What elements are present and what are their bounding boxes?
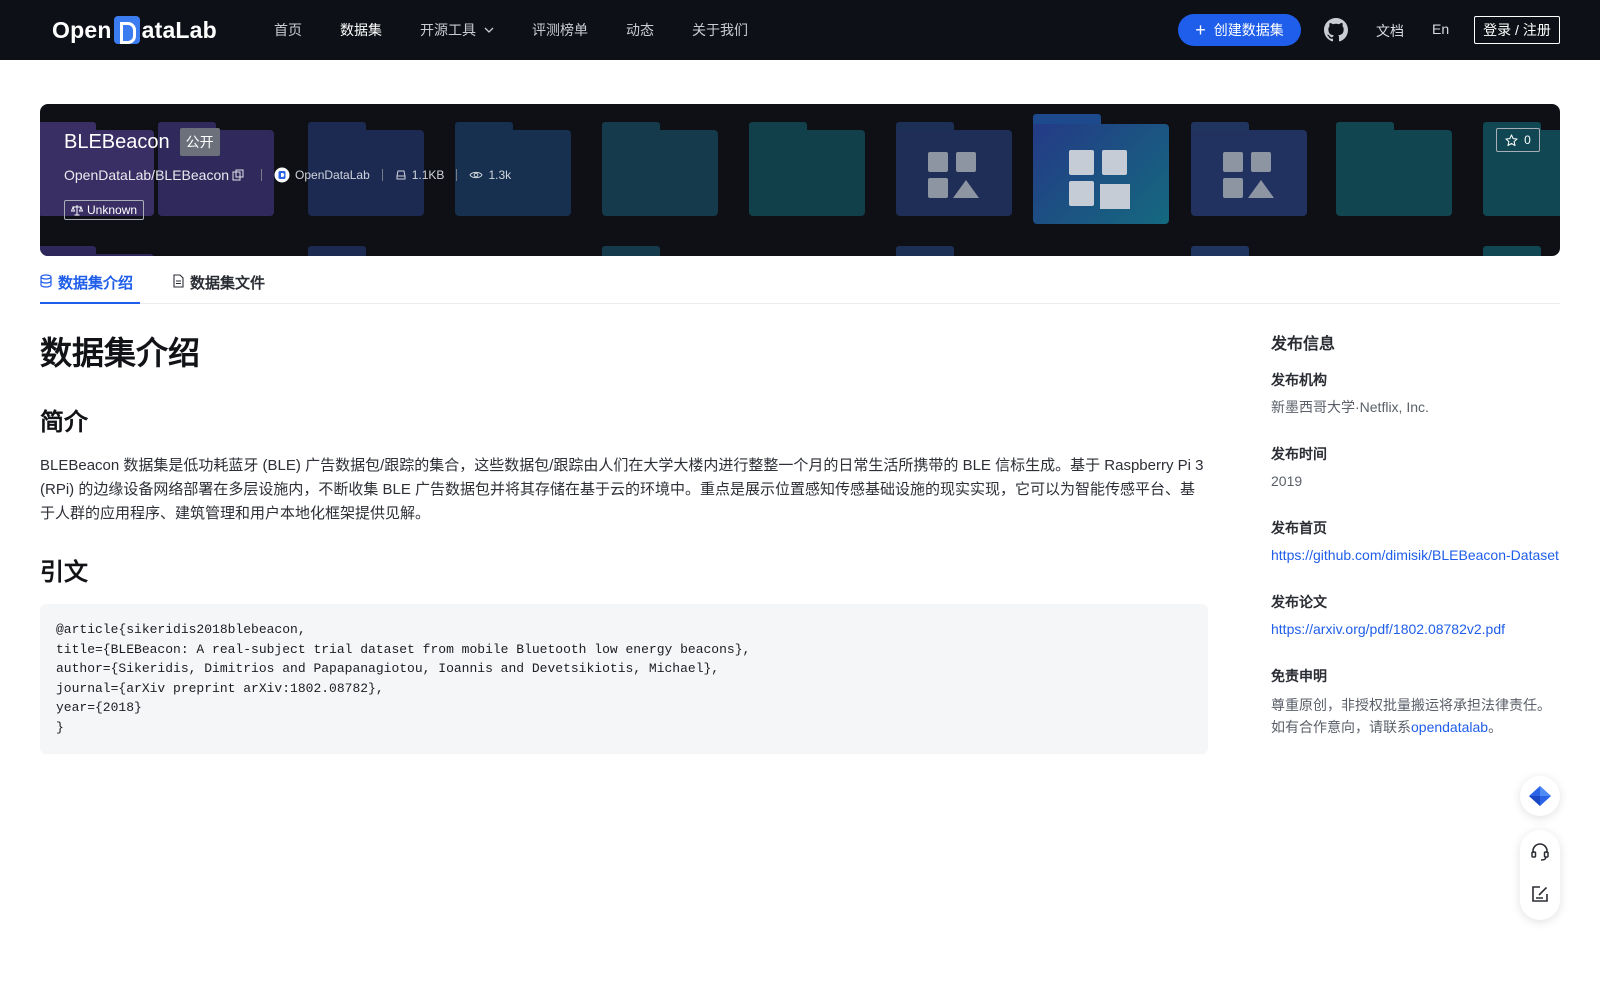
contact-link[interactable]: opendatalab [1411, 719, 1488, 735]
star-icon [1505, 133, 1518, 146]
banner-folder-decoration [896, 246, 1012, 256]
dataset-glyph-icon [1069, 150, 1133, 209]
language-switch[interactable]: En [1432, 21, 1449, 37]
meta-divider [456, 169, 458, 181]
citation-heading: 引文 [40, 559, 88, 586]
dataset-glyph-icon [928, 152, 980, 198]
nav-leaderboard[interactable]: 评测榜单 [532, 20, 588, 40]
org-label: 发布机构 [1271, 372, 1327, 388]
homepage-link[interactable]: https://github.com/dimisik/BLEBeacon-Dat… [1271, 547, 1559, 563]
edit-icon[interactable] [1530, 884, 1550, 904]
visibility-badge: 公开 [179, 128, 220, 156]
citation-code-block[interactable]: @article{sikeridis2018blebeacon, title={… [40, 604, 1208, 754]
eye-icon [469, 171, 484, 179]
banner-folder-decoration [749, 122, 865, 216]
diamond-logo-icon [1529, 786, 1551, 806]
banner-folder-decoration [602, 122, 718, 216]
intro-heading: 简介 [40, 409, 88, 436]
dataset-path: OpenDataLab/BLEBeacon [64, 167, 230, 183]
publisher-name: OpenDataLab [295, 168, 370, 182]
dataset-glyph-icon [1223, 152, 1275, 198]
publisher-logo-icon [274, 167, 290, 183]
login-register-button[interactable]: 登录 / 注册 [1474, 16, 1560, 44]
hard-disk-icon [396, 170, 406, 180]
meta-divider [381, 169, 383, 181]
disclaimer-line-1: 尊重原创，非授权批量搬运将承担法律责任。 [1271, 697, 1551, 713]
floating-tools-group [1520, 830, 1560, 920]
nav-about[interactable]: 关于我们 [692, 20, 748, 40]
date-value: 2019 [1271, 473, 1303, 489]
banner-folder-decoration [308, 246, 424, 256]
star-button[interactable]: 0 [1496, 128, 1540, 152]
main-nav: 首页 数据集 开源工具 评测榜单 动态 关于我们 [274, 0, 786, 60]
logo-text-right: ataLab [141, 16, 217, 43]
logo-text-left: Open [52, 16, 112, 43]
dataset-title-row: BLEBeacon 公开 [64, 128, 220, 156]
logo-d-icon [113, 16, 140, 44]
dataset-tabs: 数据集介绍 数据集文件 [40, 264, 1560, 304]
banner-folder-decoration [1191, 122, 1307, 216]
publisher-info[interactable]: OpenDataLab [274, 167, 370, 183]
floating-logo-button[interactable] [1520, 776, 1560, 816]
plus-icon: + [1195, 20, 1206, 40]
tab-dataset-intro[interactable]: 数据集介绍 [40, 270, 140, 304]
chevron-down-icon [484, 27, 494, 33]
nav-datasets[interactable]: 数据集 [340, 20, 382, 40]
banner-folder-decoration [1336, 122, 1452, 216]
copy-icon[interactable] [232, 169, 244, 181]
nav-open-source-tools[interactable]: 开源工具 [420, 20, 494, 40]
top-navigation-bar: Open ataLab 首页 数据集 开源工具 评测榜单 动态 关于我们 + 创… [0, 0, 1600, 60]
intro-paragraph: BLEBeacon 数据集是低功耗蓝牙 (BLE) 广告数据包/跟踪的集合，这些… [40, 457, 1204, 522]
disclaimer-line-2: 如有合作意向，请联系opendatalab。 [1271, 719, 1503, 735]
nav-news[interactable]: 动态 [626, 20, 654, 40]
file-icon [173, 274, 184, 288]
license-badge[interactable]: Unknown [64, 200, 145, 220]
banner-folder-decoration [40, 246, 154, 256]
scale-icon [71, 205, 83, 216]
dataset-title: BLEBeacon [64, 130, 170, 153]
github-icon[interactable] [1324, 18, 1348, 42]
dataset-meta-row: OpenDataLab/BLEBeacon OpenDataLab 1.1KB … [64, 166, 511, 184]
banner-folder-decoration [1191, 246, 1307, 256]
content-heading: 数据集介绍 [40, 335, 201, 371]
paper-label: 发布论文 [1271, 594, 1327, 610]
headset-icon[interactable] [1530, 842, 1550, 862]
create-dataset-button[interactable]: + 创建数据集 [1178, 14, 1301, 46]
database-icon [40, 274, 52, 288]
dataset-size: 1.1KB [395, 168, 444, 182]
meta-divider [261, 169, 263, 181]
org-value: 新墨西哥大学·Netflix, Inc. [1271, 399, 1429, 415]
banner-folder-decoration [896, 122, 1012, 216]
paper-link[interactable]: https://arxiv.org/pdf/1802.08782v2.pdf [1271, 621, 1505, 637]
nav-home[interactable]: 首页 [274, 20, 302, 40]
date-label: 发布时间 [1271, 446, 1327, 462]
opendatalab-logo[interactable]: Open ataLab [52, 14, 217, 46]
banner-folder-highlight [1033, 114, 1169, 224]
sidebar-title: 发布信息 [1271, 336, 1336, 353]
view-count: 1.3k [469, 168, 511, 182]
banner-folder-decoration [1483, 246, 1560, 256]
tab-dataset-files[interactable]: 数据集文件 [172, 270, 282, 304]
disclaimer-label: 免责申明 [1271, 668, 1327, 684]
homepage-label: 发布首页 [1271, 520, 1327, 536]
docs-link[interactable]: 文档 [1376, 21, 1404, 41]
banner-folder-decoration [602, 246, 718, 256]
